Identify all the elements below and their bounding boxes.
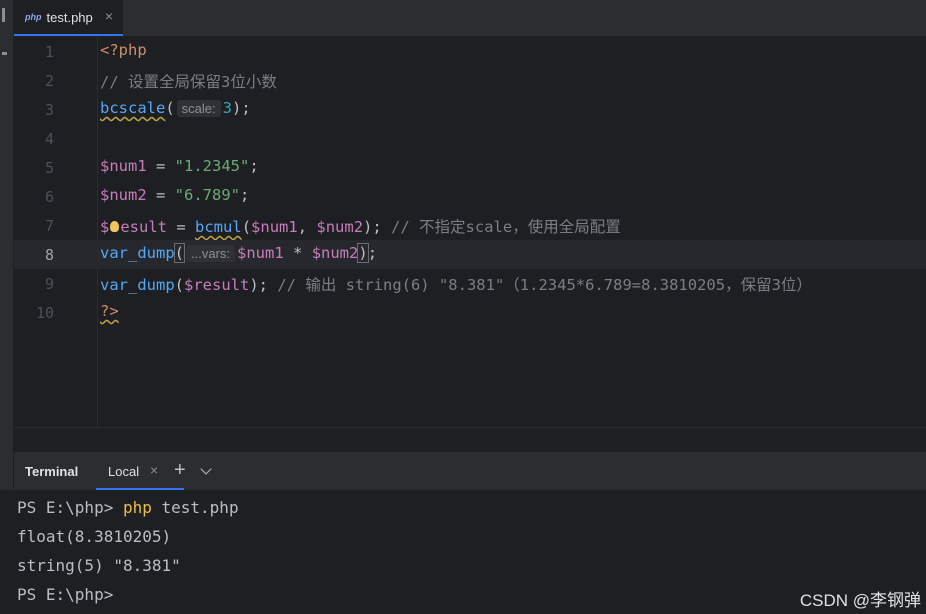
code-line[interactable]: 9 var_dump($result); // 输出 string(6) "8.…	[14, 269, 926, 298]
variable: $num1	[237, 244, 284, 262]
function-name: var_dump	[100, 244, 175, 262]
command-args: test.php	[151, 498, 239, 517]
command: php	[122, 498, 152, 517]
php-close-tag: ?>	[100, 302, 119, 320]
code-line[interactable]: 1 <?php	[14, 37, 926, 66]
code-editor[interactable]: 1 <?php 2 // 设置全局保留3位小数 3 bcscale(scale:…	[14, 37, 926, 427]
variable: $num2	[311, 244, 359, 262]
code-line[interactable]: 5 $num1 = "1.2345";	[14, 153, 926, 182]
line-number: 3	[44, 101, 54, 119]
function-name: bcscale	[100, 99, 166, 117]
plus-icon[interactable]: +	[174, 459, 186, 482]
close-icon[interactable]: ×	[150, 462, 158, 478]
variable: $num2	[316, 218, 364, 236]
lightbulb-icon[interactable]	[110, 221, 120, 232]
comment: // 设置全局保留3位小数	[100, 73, 277, 91]
terminal-line: PS E:\php> php test.php	[17, 498, 239, 517]
terminal-header: Terminal Local × +	[14, 452, 926, 490]
editor-tab-bar: php test.php ×	[14, 0, 926, 37]
variable: $num1	[251, 218, 298, 236]
string-literal: "6.789"	[174, 186, 240, 204]
variable: $num1	[100, 157, 147, 175]
code-line[interactable]: 4	[14, 124, 926, 153]
tab-test-php[interactable]: php test.php ×	[14, 0, 123, 36]
terminal-output[interactable]: PS E:\php> php test.php float(8.3810205)…	[0, 490, 926, 614]
line-number: 6	[44, 188, 54, 206]
tool-strip-mark[interactable]	[2, 52, 7, 55]
line-number: 1	[44, 43, 54, 61]
tool-strip-mark[interactable]	[2, 8, 5, 22]
comment: // 输出 string(6) "8.381"（1.2345*6.789=8.3…	[277, 276, 812, 294]
comment: // 不指定scale，使用全局配置	[391, 218, 621, 236]
variable: $num2	[100, 186, 147, 204]
code-line[interactable]: 2 // 设置全局保留3位小数	[14, 66, 926, 95]
string-literal: "1.2345"	[174, 157, 250, 175]
terminal-tab-label: Local	[108, 464, 140, 479]
variable: $	[100, 218, 110, 236]
line-number: 10	[35, 304, 54, 322]
variable: $result	[184, 276, 250, 294]
terminal-line: string(5) "8.381"	[17, 556, 181, 575]
variable: esult	[120, 218, 168, 236]
line-number: 2	[44, 72, 54, 90]
panel-separator[interactable]	[14, 427, 926, 452]
tab-local[interactable]: Local ×	[96, 452, 184, 490]
line-number: 4	[44, 130, 54, 148]
code-line[interactable]: 6 $num2 = "6.789";	[14, 182, 926, 211]
chevron-down-icon[interactable]	[200, 463, 212, 475]
tab-label: test.php	[46, 9, 93, 25]
line-number: 5	[44, 159, 54, 177]
code-line[interactable]: 3 bcscale(scale: 3);	[14, 95, 926, 124]
terminal-line: float(8.3810205)	[17, 527, 172, 546]
parameter-hint: scale:	[176, 100, 221, 117]
function-name: var_dump	[100, 276, 175, 294]
code-line[interactable]: 10 ?>	[14, 298, 926, 327]
code-line[interactable]: 7 $ esult = bcmul($num1, $num2); // 不指定sc…	[14, 211, 926, 240]
php-file-icon: php	[25, 12, 42, 22]
close-icon[interactable]: ×	[105, 8, 113, 24]
function-name: bcmul	[195, 218, 242, 236]
terminal-line: PS E:\php>	[17, 585, 114, 604]
terminal-title: Terminal	[25, 464, 79, 479]
line-number: 7	[44, 217, 54, 235]
line-number: 8	[44, 246, 54, 264]
number-literal: 3	[222, 99, 232, 117]
php-open-tag: <?php	[100, 41, 147, 59]
parameter-hint: ...vars:	[186, 245, 236, 262]
watermark: CSDN @李钢弹	[799, 591, 921, 610]
line-number: 9	[44, 275, 54, 293]
code-line-current[interactable]: 8 var_dump(...vars: $num1 * $num2);	[14, 240, 926, 269]
prompt: PS E:\php>	[17, 498, 123, 517]
